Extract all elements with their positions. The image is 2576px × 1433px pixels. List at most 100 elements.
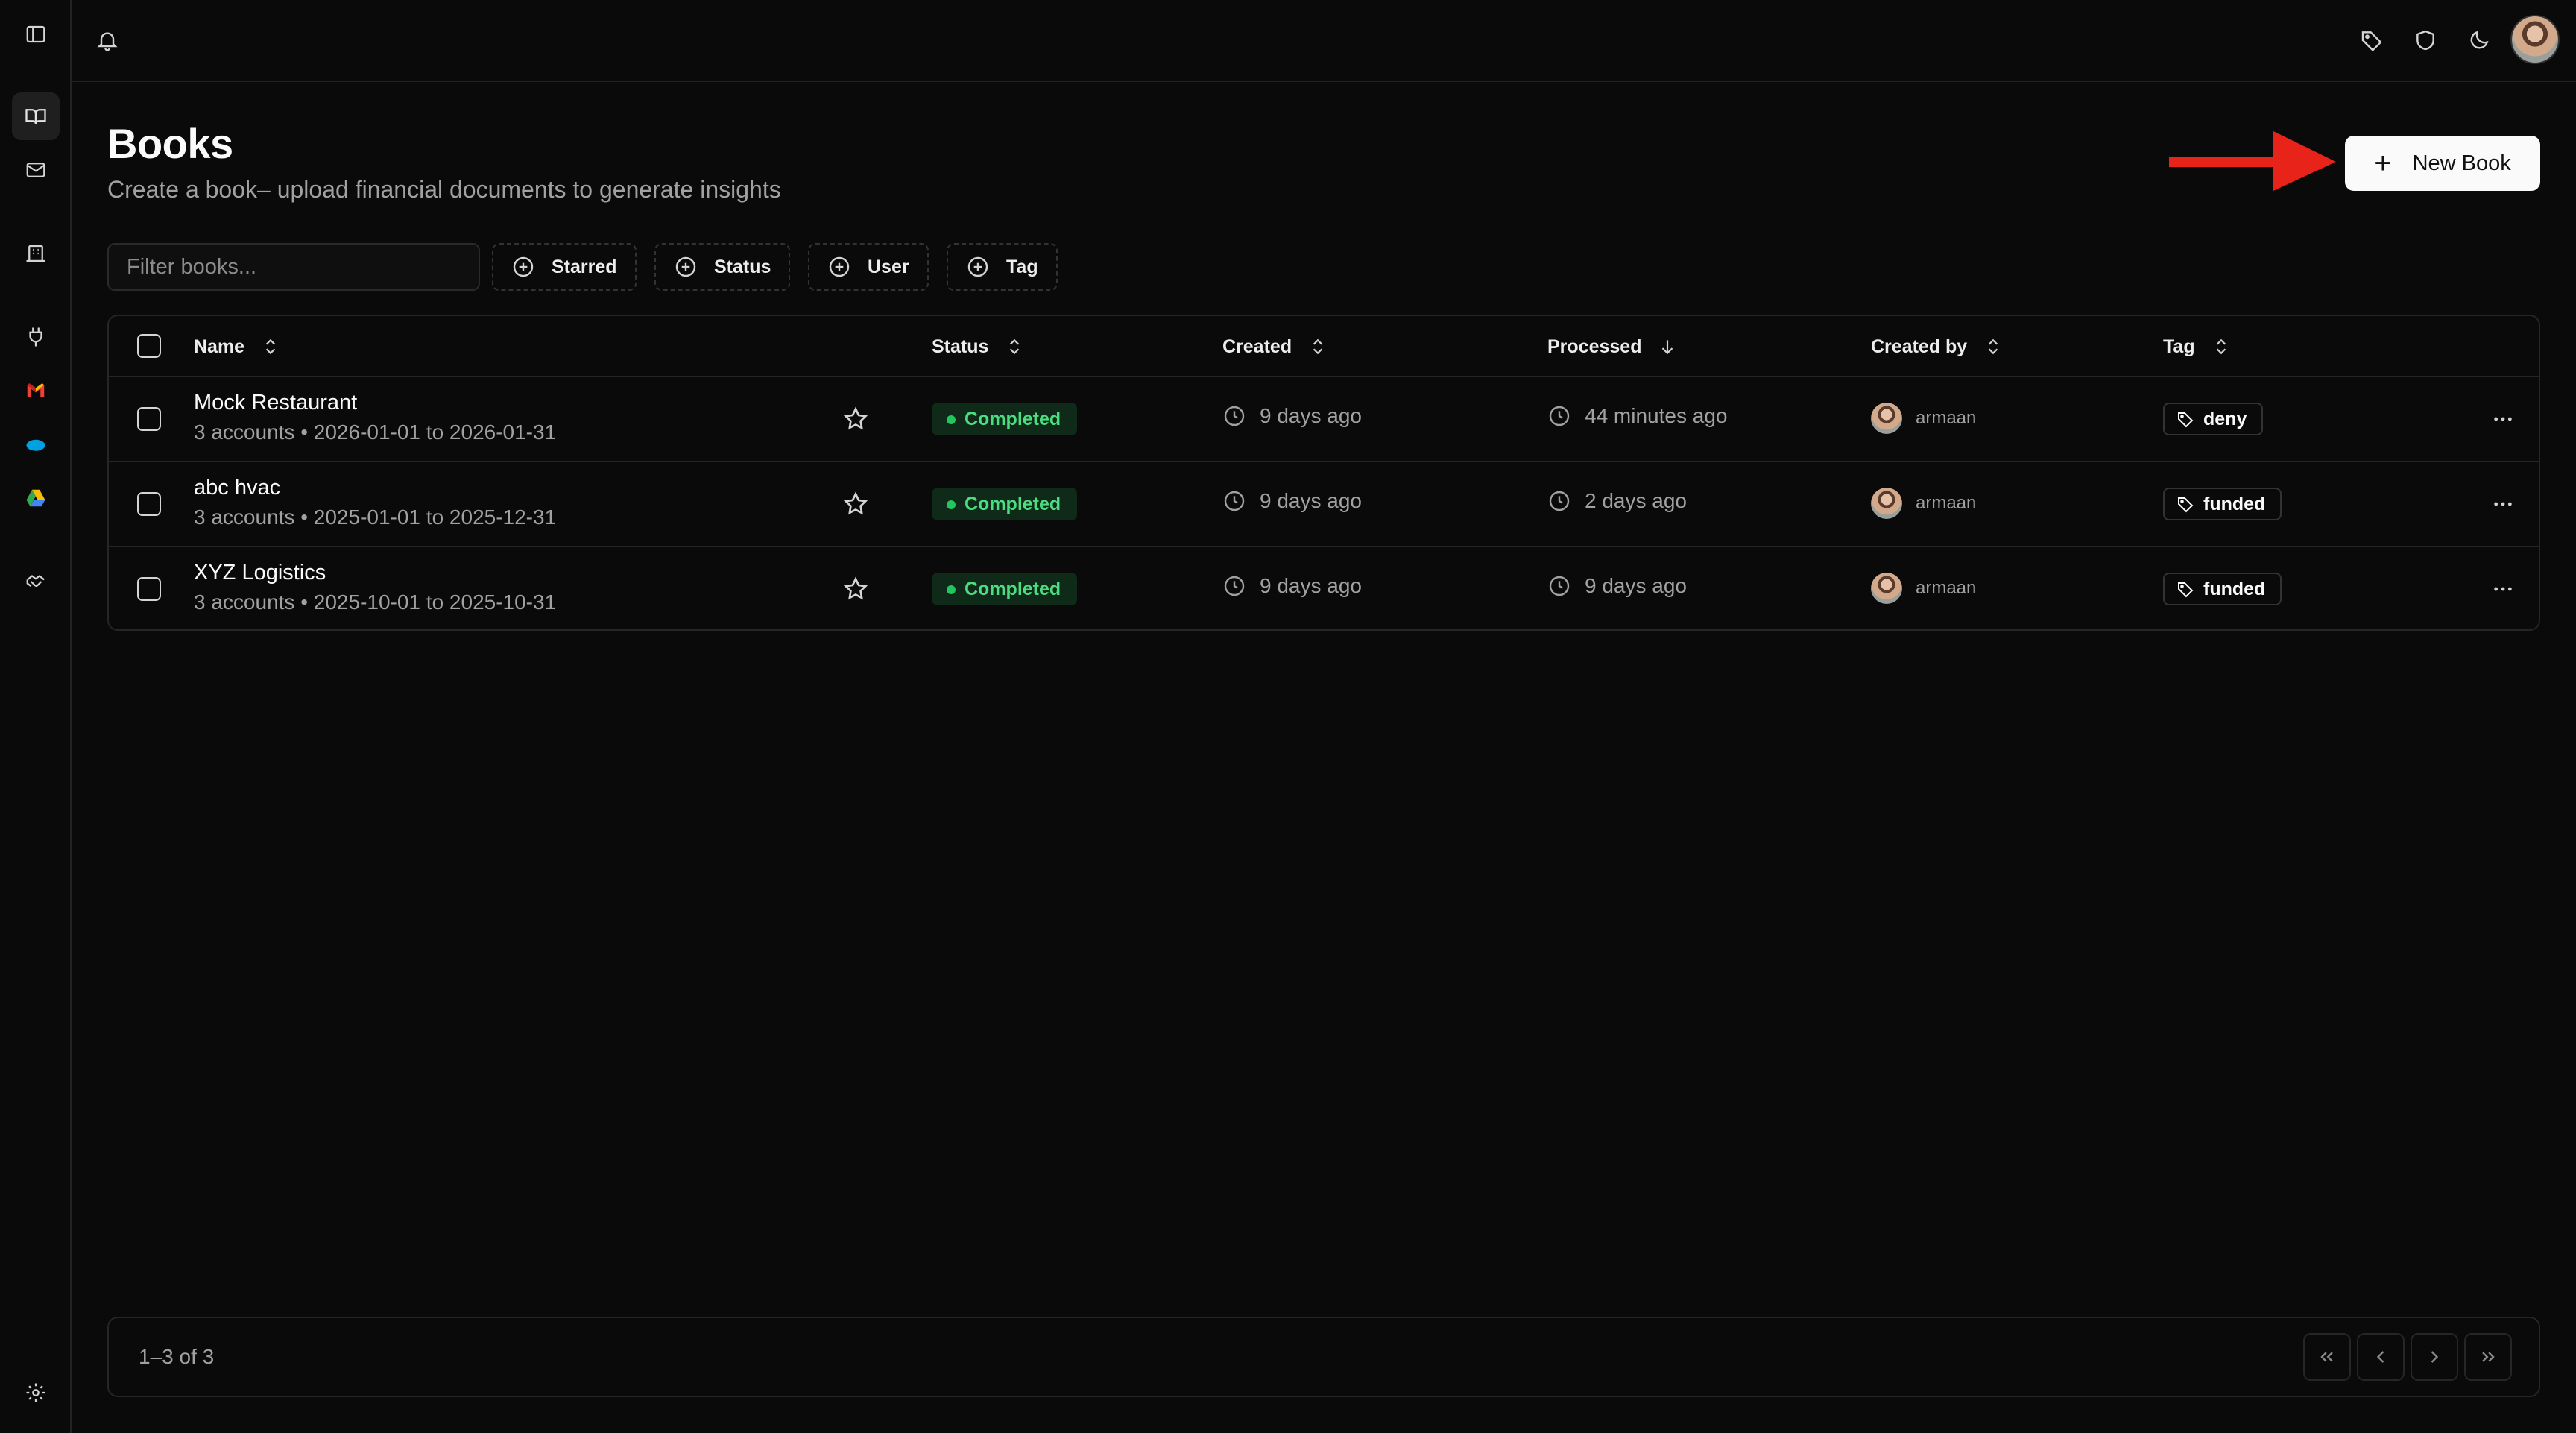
tag-label: funded [2203,493,2266,514]
clock-icon [1224,576,1245,596]
created-by-name: armaan [1916,578,1977,598]
bell-icon[interactable] [83,16,131,64]
clock-icon [1549,576,1570,596]
created-value: 9 days ago [1260,489,1362,512]
row-actions-button[interactable] [2487,489,2519,519]
shield-icon[interactable] [2402,16,2449,64]
processed-cell: 44 minutes ago [1547,404,1727,428]
new-book-label: New Book [2412,151,2511,175]
plus-circle-icon [967,256,988,277]
user-avatar[interactable] [2510,15,2560,64]
column-header-status[interactable]: Status [932,316,1024,377]
chevrons-right-icon [2482,1352,2495,1362]
column-label: Status [932,336,989,357]
red-arrow-annotation [2169,131,2336,191]
created-by-name: armaan [1916,493,1977,513]
processed-value: 9 days ago [1585,574,1687,597]
clock-icon [1549,491,1570,511]
previous-page-button[interactable] [2357,1333,2405,1381]
gmail-icon[interactable] [12,367,60,415]
tag-icon [2178,412,2194,428]
column-header-name[interactable]: Name [194,316,280,377]
book-open-icon[interactable] [12,92,60,140]
filter-chip-starred[interactable]: Starred [492,243,637,291]
tag-badge[interactable]: funded [2163,488,2282,520]
book-details: 3 accounts • 2025-01-01 to 2025-12-31 [194,506,557,529]
mail-icon[interactable] [12,146,60,194]
new-book-button[interactable]: + New Book [2345,136,2540,191]
handshake-icon[interactable] [12,558,60,605]
last-page-button[interactable] [2464,1333,2512,1381]
table-row[interactable]: Mock Restaurant 3 accounts • 2026-01-01 … [109,377,2539,462]
star-icon[interactable] [842,406,869,432]
row-actions-button[interactable] [2487,574,2519,604]
created-cell: 9 days ago [1222,404,1362,428]
top-bar [72,0,2576,82]
settings-icon[interactable] [12,1369,60,1417]
processed-cell: 2 days ago [1547,489,1687,513]
salesforce-icon[interactable] [12,421,60,468]
sort-icon [2216,338,2226,355]
tag-badge[interactable]: funded [2163,573,2282,605]
row-checkbox[interactable] [137,407,161,431]
tag-icon [2178,497,2194,513]
column-header-processed[interactable]: Processed [1547,316,1677,377]
chip-label: User [868,256,909,277]
plus-icon: + [2374,147,2392,180]
star-icon[interactable] [842,576,869,602]
processed-cell: 9 days ago [1547,574,1687,598]
row-actions-button[interactable] [2487,404,2519,434]
created-by-cell: armaan [1871,573,1976,604]
tag-label: deny [2203,408,2247,429]
row-checkbox[interactable] [137,577,161,601]
building-icon[interactable] [12,230,60,277]
status-badge: Completed [932,488,1078,520]
row-checkbox[interactable] [137,492,161,516]
chip-label: Tag [1006,256,1038,277]
plug-icon[interactable] [12,313,60,361]
column-header-tag[interactable]: Tag [2163,316,2231,377]
tag-icon[interactable] [2348,16,2396,64]
plus-circle-icon [829,256,850,277]
table-row[interactable]: abc hvac 3 accounts • 2025-01-01 to 2025… [109,462,2539,547]
chevrons-left-icon [2320,1352,2333,1362]
created-cell: 9 days ago [1222,489,1362,513]
star-icon[interactable] [842,491,869,517]
column-label: Name [194,336,245,357]
tag-badge[interactable]: deny [2163,403,2264,435]
book-name[interactable]: abc hvac [194,476,280,500]
book-details: 3 accounts • 2026-01-01 to 2026-01-31 [194,421,557,444]
filter-books-input[interactable] [107,243,480,291]
avatar [1871,488,1902,519]
clock-icon [1224,491,1245,511]
next-page-button[interactable] [2411,1333,2458,1381]
filter-chip-user[interactable]: User [808,243,929,291]
plus-circle-icon [513,256,534,277]
first-page-button[interactable] [2303,1333,2351,1381]
google-drive-icon[interactable] [12,474,60,522]
pagination-count: 1–3 of 3 [139,1345,215,1368]
book-name[interactable]: XYZ Logistics [194,561,326,585]
filter-chip-tag[interactable]: Tag [947,243,1058,291]
table-row[interactable]: XYZ Logistics 3 accounts • 2025-10-01 to… [109,547,2539,629]
avatar [1871,573,1902,604]
created-value: 9 days ago [1260,574,1362,597]
moon-icon[interactable] [2455,16,2503,64]
chevron-left-icon [2376,1351,2384,1363]
created-by-cell: armaan [1871,488,1976,519]
books-table: Name Status Created Processed Created by… [107,315,2540,631]
tag-label: funded [2203,578,2266,599]
chevron-right-icon [2431,1351,2439,1363]
select-all-checkbox[interactable] [137,334,161,358]
column-header-created-by[interactable]: Created by [1871,316,2003,377]
created-value: 9 days ago [1260,404,1362,427]
column-header-created[interactable]: Created [1222,316,1328,377]
filter-chip-status[interactable]: Status [654,243,791,291]
sort-descending-icon [1662,340,1673,355]
sidebar-toggle-icon[interactable] [12,10,60,58]
more-horizontal-icon [2494,417,2512,421]
book-name[interactable]: Mock Restaurant [194,391,357,415]
sidebar [0,0,72,1433]
sort-icon [1010,338,1020,355]
plus-circle-icon [675,256,696,277]
